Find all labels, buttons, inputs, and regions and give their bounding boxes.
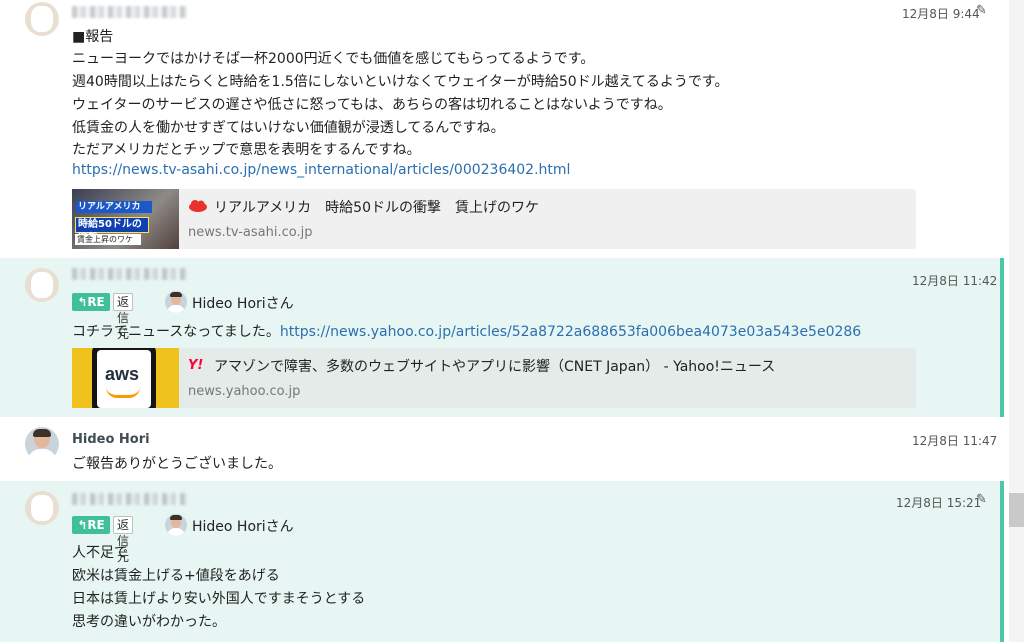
message-line: 週40時間以上はたらくと時給を1.5倍にしないといけなくてウェイターが時給50ド…: [72, 74, 729, 90]
message-line: 欧米は賃金上げる+値段をあげる: [72, 568, 280, 584]
avatar[interactable]: [25, 491, 59, 525]
re-badge-label: RE: [87, 295, 105, 309]
message-line: 低賃金の人を働かせすぎてはいけない価値観が浸透してるんですね。: [72, 120, 505, 136]
avatar[interactable]: [25, 427, 59, 461]
re-badge[interactable]: ↰RE: [72, 293, 110, 311]
preview-title[interactable]: アマゾンで障害、多数のウェブサイトやアプリに影響（CNET Japan） - Y…: [214, 356, 775, 376]
pencil-icon[interactable]: ✎: [976, 3, 987, 18]
yahoo-icon: Y!: [188, 358, 204, 373]
message-1: 12月8日 9:44 ✎ ■報告 ニューヨークではかけそば一杯2000円近くでも…: [0, 0, 1004, 258]
reply-arrow-icon: ↰: [77, 518, 88, 532]
re-badge-label: RE: [87, 518, 105, 532]
pencil-icon[interactable]: ✎: [976, 492, 987, 507]
message-line: 思考の違いがわかった。: [72, 614, 226, 630]
thumbnail-caption: 賃金上昇のワケ: [75, 234, 141, 245]
thumbnail-caption: 時給50ドルの衝撃: [75, 217, 149, 244]
reply-to-label[interactable]: 返信元: [113, 293, 134, 341]
message-line: 日本は賃上げより安い外国人ですまそうとする: [72, 591, 366, 607]
avatar: [165, 291, 187, 313]
reply-arrow-icon: ↰: [77, 295, 88, 309]
re-badge[interactable]: ↰RE: [72, 516, 110, 534]
preview-domain: news.yahoo.co.jp: [188, 384, 301, 399]
cloud-icon: [188, 199, 208, 216]
sender-name-redacted: [72, 493, 187, 505]
timestamp: 12月8日 11:47: [912, 434, 998, 448]
article-link[interactable]: https://news.tv-asahi.co.jp/news_interna…: [72, 162, 570, 178]
message-text: コチラでニュースなってました。https://news.yahoo.co.jp/…: [72, 324, 862, 340]
avatar[interactable]: [25, 2, 59, 36]
link-preview[interactable]: aws Y! アマゾンで障害、多数のウェブサイトやアプリに影響（CNET Jap…: [72, 348, 916, 408]
aws-logo: aws: [105, 364, 140, 384]
link-preview[interactable]: リアルアメリカ 時給50ドルの衝撃 賃金上昇のワケ リアルアメリカ 時給50ドル…: [72, 189, 916, 249]
message-line: 人不足で: [72, 545, 128, 561]
reply-to-name: Hideo Horiさん: [192, 296, 294, 312]
preview-domain: news.tv-asahi.co.jp: [188, 225, 313, 240]
preview-title[interactable]: リアルアメリカ 時給50ドルの衝撃 賃上げのワケ: [214, 197, 539, 217]
message-line: ■報告: [72, 29, 114, 45]
scrollbar-thumb[interactable]: [1009, 493, 1024, 527]
reply-to-name: Hideo Horiさん: [192, 519, 294, 535]
timestamp: 12月8日 15:21: [896, 496, 982, 510]
sender-name-redacted: [72, 6, 187, 18]
sender-name[interactable]: Hideo Hori: [72, 432, 150, 447]
timestamp: 12月8日 11:42: [912, 274, 998, 288]
sender-name-redacted: [72, 268, 187, 280]
message-line: ただアメリカだとチップで意思を表明をするんですね。: [72, 142, 421, 158]
preview-thumbnail: aws: [72, 348, 179, 408]
message-4: 12月8日 15:21 ✎ ↰RE 返信元 Hideo Horiさん 人不足で …: [0, 481, 1004, 642]
message-line: ニューヨークではかけそば一杯2000円近くでも価値を感じてもらってるようです。: [72, 51, 595, 67]
message-3: Hideo Hori 12月8日 11:47 ご報告ありがとうございました。: [0, 417, 1004, 481]
message-2: 12月8日 11:42 ↰RE 返信元 Hideo Horiさん コチラでニュー…: [0, 258, 1004, 417]
scrollbar[interactable]: [1009, 0, 1024, 642]
message-line: ウェイターのサービスの遅さや低さに怒ってもは、あちらの客は切れることはないようで…: [72, 97, 672, 113]
avatar: [165, 514, 187, 536]
article-link[interactable]: https://news.yahoo.co.jp/articles/52a872…: [280, 324, 861, 340]
avatar[interactable]: [25, 268, 59, 302]
timestamp: 12月8日 9:44: [902, 7, 980, 21]
thumbnail-caption: リアルアメリカ: [76, 201, 152, 213]
message-text: ご報告ありがとうございました。: [72, 456, 282, 472]
reply-to-label[interactable]: 返信元: [113, 516, 134, 564]
preview-thumbnail: リアルアメリカ 時給50ドルの衝撃 賃金上昇のワケ: [72, 189, 179, 249]
